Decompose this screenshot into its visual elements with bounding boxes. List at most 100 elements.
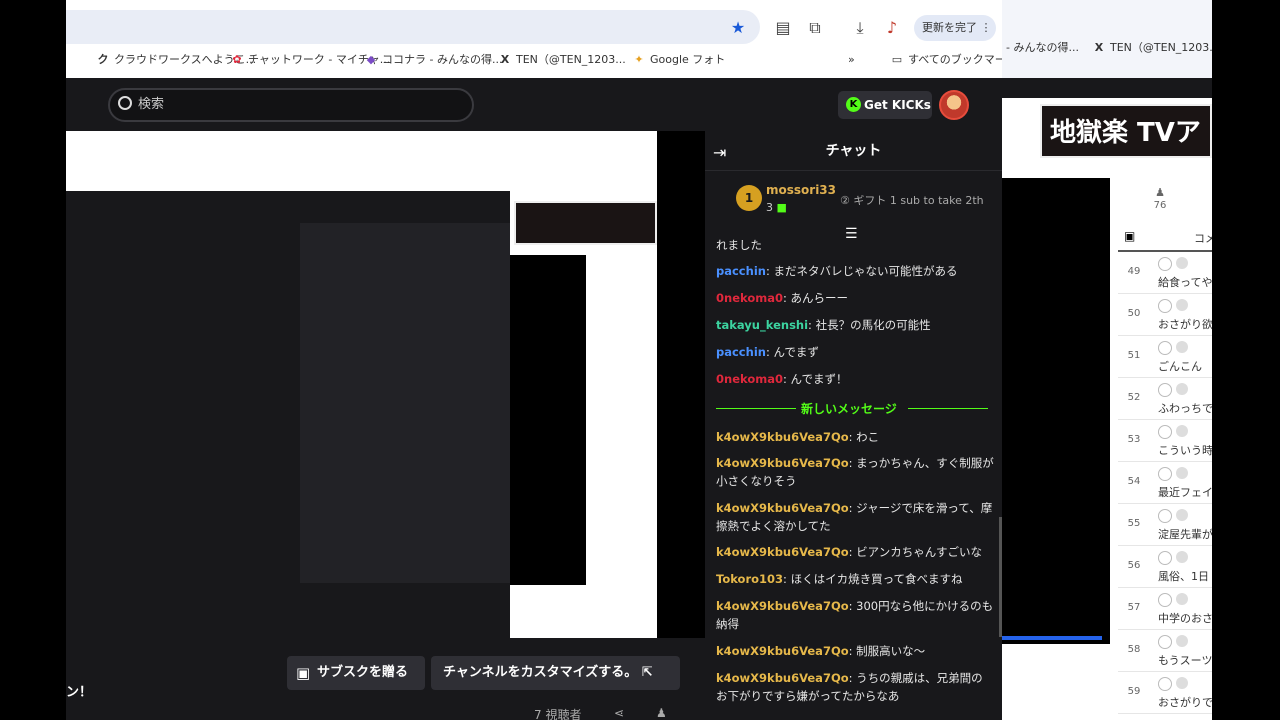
chat-message: 0nekoma0: あんらーー <box>716 289 994 307</box>
comment-row[interactable]: 59おさがりで してビジネ <box>1118 672 1271 714</box>
bookmark-item[interactable]: X TEN（@TEN_1203... <box>498 50 626 70</box>
comment-avatar-icon <box>1158 551 1172 565</box>
comment-number: 56 <box>1127 560 1141 571</box>
comment-row[interactable]: 53 こういう時 <box>1118 420 1213 462</box>
address-bar[interactable] <box>66 10 760 44</box>
collapse-chat-icon[interactable]: ⇥ <box>713 143 726 162</box>
status-dot-icon <box>1176 509 1188 521</box>
chat-username[interactable]: k4owX9kbu6Vea7Qo <box>716 671 849 685</box>
chat-message: k4owX9kbu6Vea7Qo: うちの親戚は、兄弟間のお下がりですら嫌がって… <box>716 669 994 705</box>
right-black-border <box>1212 0 1280 720</box>
extension-bird-icon[interactable]: ♪ <box>880 16 904 40</box>
comment-text: こういう時 <box>1158 444 1213 457</box>
download-icon[interactable]: ⤓ <box>848 16 872 40</box>
bookmark-item[interactable]: X TEN（@TEN_1203... <box>1092 38 1220 58</box>
status-dot-icon <box>1176 677 1188 689</box>
pinned-username: mossori33 <box>766 183 837 197</box>
chat-text: : んでまず！ <box>782 372 848 386</box>
comment-tab-icon[interactable]: ▣ <box>1124 229 1135 243</box>
bookmark-favicon-icon: X <box>500 53 510 66</box>
chat-text: : ほくはイカ焼き買って食べますね <box>783 572 963 586</box>
chat-text: : 制服高いな〜 <box>848 644 926 658</box>
comment-number: 58 <box>1127 644 1141 655</box>
bookmark-favicon-icon: ク <box>97 53 109 66</box>
bookmarks-overflow-icon[interactable]: » <box>848 50 855 70</box>
chat-username[interactable]: k4owX9kbu6Vea7Qo <box>716 599 849 613</box>
anime-banner[interactable]: 地獄楽 TVア <box>1040 104 1212 158</box>
status-dot-icon <box>1176 383 1188 395</box>
folder-icon: ▭ <box>891 53 903 66</box>
right-bottom-white <box>1002 672 1110 720</box>
bookmark-favicon-icon: ✿ <box>232 53 242 66</box>
bookmark-item[interactable]: ✦ Google フォト <box>632 50 725 70</box>
comment-row[interactable]: 58 もうスーツ <box>1118 630 1212 672</box>
comment-avatar-icon <box>1158 593 1172 607</box>
nested-video <box>510 255 586 585</box>
chat-message: 0nekoma0: んでまず！ <box>716 370 994 388</box>
customize-channel-button[interactable]: チャンネルをカスタマイズする。 ⇱ <box>431 656 680 690</box>
update-button[interactable]: 更新を完了 ⋮ <box>914 15 996 41</box>
right-viewer-count: 76 <box>1153 200 1167 211</box>
left-black-border <box>0 0 66 720</box>
right-dark-strip <box>1002 78 1212 98</box>
comment-text: 淀屋先輩が <box>1158 528 1213 541</box>
status-dot-icon <box>1176 341 1188 353</box>
stream-video[interactable] <box>66 131 705 638</box>
chat-username[interactable]: pacchin <box>716 264 766 278</box>
comment-row[interactable]: 52 ふわっちで <box>1118 378 1213 420</box>
comment-number: 49 <box>1127 266 1141 277</box>
search-input[interactable]: 検索 <box>108 88 474 122</box>
chat-message: れました <box>716 236 994 254</box>
comment-number: 59 <box>1127 686 1141 697</box>
chat-username[interactable]: k4owX9kbu6Vea7Qo <box>716 456 849 470</box>
comment-row[interactable]: 54最近フェイ んですがま <box>1118 462 1271 504</box>
comment-row[interactable]: 57中学のおさ それで女子 <box>1118 588 1271 630</box>
chat-text: : ビアンカちゃんすごいな <box>848 545 982 559</box>
chat-username[interactable]: Tokoro103 <box>716 572 783 586</box>
chat-username[interactable]: 0nekoma0 <box>716 372 783 386</box>
chat-message: k4owX9kbu6Vea7Qo: わこ <box>716 428 994 446</box>
chat-username[interactable]: k4owX9kbu6Vea7Qo <box>716 644 849 658</box>
comment-avatar-icon <box>1158 635 1172 649</box>
comment-text: 風俗、1日 <box>1158 570 1209 583</box>
chat-username[interactable]: 0nekoma0 <box>716 291 783 305</box>
all-bookmarks-folder[interactable]: ▭ すべてのブックマーク <box>890 50 1017 70</box>
chat-username[interactable]: k4owX9kbu6Vea7Qo <box>716 501 849 515</box>
chat-message: k4owX9kbu6Vea7Qo: まっかちゃん、すぐ制服が小さくなりそう <box>716 454 994 490</box>
extensions-icon[interactable]: ⧉ <box>803 16 827 40</box>
kick-logo-icon: K <box>846 97 861 112</box>
comment-row[interactable]: 51 ごんこん <box>1118 336 1212 378</box>
comment-text: ごんこん <box>1158 360 1202 373</box>
stream-title-fragment: ン！ <box>66 685 93 700</box>
chat-username[interactable]: k4owX9kbu6Vea7Qo <box>716 545 849 559</box>
video-controls[interactable]: ⊟ ⤢ ↻ ⚙ <box>1002 646 1110 666</box>
chat-username[interactable]: k4owX9kbu6Vea7Qo <box>716 430 849 444</box>
bookmark-favicon-icon: ✦ <box>634 53 644 66</box>
chat-username[interactable]: takayu_kenshi <box>716 318 808 332</box>
right-video[interactable] <box>1002 178 1110 644</box>
chat-username[interactable]: pacchin <box>716 345 766 359</box>
rank-medal-icon: 1 <box>736 185 762 211</box>
bookmark-item[interactable]: - みんなの得... <box>1006 38 1079 58</box>
status-dot-icon <box>1176 635 1188 647</box>
chat-message: k4owX9kbu6Vea7Qo: 300円なら他にかけるのも納得 <box>716 597 994 633</box>
avatar[interactable] <box>939 90 969 120</box>
nested-browser-chrome <box>66 131 510 191</box>
status-dot-icon <box>1176 593 1188 605</box>
share-icon[interactable]: ⋖ <box>614 706 624 720</box>
bookmark-star-icon[interactable]: ★ <box>726 16 750 40</box>
comment-row[interactable]: 49 給食ってや <box>1118 252 1212 294</box>
chat-message: pacchin: まだネタバレじゃない可能性がある <box>716 262 994 280</box>
comment-row[interactable]: 55 淀屋先輩が <box>1118 504 1213 546</box>
comment-row[interactable]: 50 おさがり欲 <box>1118 294 1213 336</box>
video-progress-bar[interactable] <box>1002 636 1102 640</box>
comment-text: 給食ってや <box>1158 276 1213 289</box>
new-messages-divider: 新しいメッセージ <box>716 400 988 418</box>
bookmark-item[interactable]: ◆ ココナラ - みんなの得... <box>364 50 503 70</box>
follow-user-icon[interactable]: ♟ <box>656 706 667 720</box>
reading-mode-icon[interactable]: ▤ <box>771 16 795 40</box>
comment-row[interactable]: 56 風俗、1日 <box>1118 546 1212 588</box>
status-dot-icon <box>1176 551 1188 563</box>
comment-number: 57 <box>1127 602 1141 613</box>
chat-message: k4owX9kbu6Vea7Qo: ジャージで床を滑って、摩擦熱でよく溶かしてた <box>716 499 994 535</box>
